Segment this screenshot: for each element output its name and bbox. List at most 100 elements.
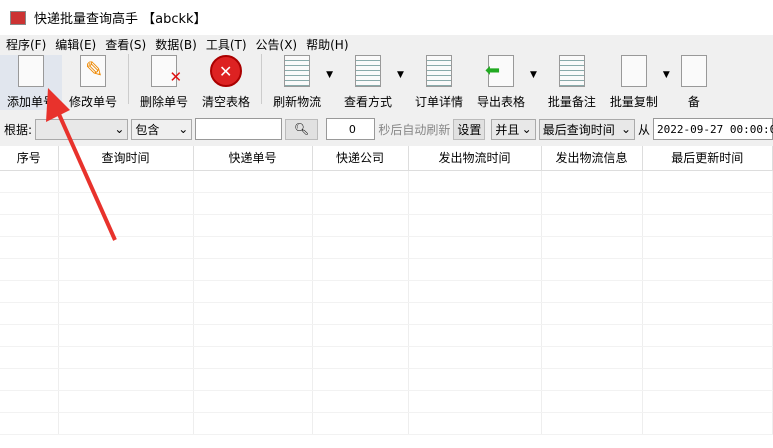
table-cell [58,258,194,281]
table-cell [0,412,59,435]
label: 添加单号 [7,95,56,109]
clear-table-button[interactable]: 清空表格 [195,55,257,110]
column-header-courier[interactable]: 快递公司 [312,146,409,171]
toolbar: 添加单号 修改单号 删除单号 清空表格 刷新物流 ▼ 查看方式 ▼ 订单详情 导… [0,53,773,118]
table-row [0,170,773,193]
table-cell [408,280,542,303]
table-cell [0,302,59,325]
add-number-button[interactable]: 添加单号 [0,55,63,110]
keyword-input[interactable] [195,118,282,140]
menu-program[interactable]: 程序(F) [6,36,46,53]
table-cell [312,258,409,281]
table-cell [642,412,773,435]
table-cell [642,258,773,281]
chevron-down-icon: ⌄ [114,122,125,136]
chevron-down-icon: ⌄ [521,122,532,136]
table-cell [193,368,313,391]
table-cell [0,170,59,193]
table-cell [58,412,194,435]
table-cell [541,170,643,193]
table-cell [642,346,773,369]
export-table-button[interactable]: 导出表格 [470,55,532,110]
menu-view[interactable]: 查看(S) [105,36,146,53]
results-table: 序号 查询时间 快递单号 快递公司 发出物流时间 发出物流信息 最后更新时间 [0,146,773,435]
menu-edit[interactable]: 编辑(E) [55,36,96,53]
table-cell [408,192,542,215]
delete-number-button[interactable]: 删除单号 [133,55,195,110]
table-cell [541,258,643,281]
table-row [0,346,773,369]
table-cell [642,324,773,347]
column-header-tracking-number[interactable]: 快递单号 [193,146,313,171]
table-cell [541,412,643,435]
table-cell [541,324,643,347]
menu-tools[interactable]: 工具(T) [206,36,247,53]
table-cell [541,346,643,369]
table-cell [193,302,313,325]
more-button[interactable]: 备 [674,55,714,110]
table-cell [312,302,409,325]
table-cell [312,192,409,215]
table-cell [408,412,542,435]
label: 清空表格 [202,95,251,109]
batch-note-button[interactable]: 批量备注 [541,55,603,110]
table-cell [193,412,313,435]
pencil-icon [80,55,107,87]
table-cell [58,192,194,215]
table-cell [312,236,409,259]
refresh-logistics-button[interactable]: 刷新物流 [266,55,328,110]
value: 并且 [495,122,520,137]
table-cell [312,412,409,435]
view-mode-button[interactable]: 查看方式 [337,55,399,110]
table-cell [193,214,313,237]
column-header-ship-time[interactable]: 发出物流时间 [408,146,542,171]
menu-notice[interactable]: 公告(X) [256,36,298,53]
date-from-input[interactable]: 2022-09-27 00:00:00 [653,118,773,140]
value: 包含 [135,122,160,137]
backup-icon [680,55,707,87]
column-header-query-time[interactable]: 查询时间 [58,146,194,171]
batch-copy-button[interactable]: 批量复制 [603,55,665,110]
menu-data[interactable]: 数据(B) [155,36,197,53]
search-button[interactable]: 🔍︎ [284,118,319,140]
search-icon: 🔍︎ [293,122,310,136]
time-field-select[interactable]: 最后查询时间 ⌄ [538,118,635,140]
table-cell [0,236,59,259]
seconds-input[interactable]: 0 [326,118,376,140]
table-cell [0,324,59,347]
order-detail-button[interactable]: 订单详情 [408,55,470,110]
table-cell [0,192,59,215]
table-cell [58,280,194,303]
set-button[interactable]: 设置 [453,118,486,140]
table-cell [0,346,59,369]
table-cell [58,390,194,413]
table-cell [312,324,409,347]
field-select[interactable]: ⌄ [35,118,129,140]
column-header-last-update[interactable]: 最后更新时间 [642,146,773,171]
table-row [0,280,773,303]
table-cell [193,280,313,303]
column-header-ship-info[interactable]: 发出物流信息 [541,146,643,171]
table-cell [193,346,313,369]
divider [128,54,130,104]
export-icon [485,55,514,87]
document-icon [18,55,44,87]
table-row [0,302,773,325]
table-row [0,214,773,237]
scroll-icon [558,55,585,87]
menu-bar: 程序(F) 编辑(E) 查看(S) 数据(B) 工具(T) 公告(X) 帮助(H… [0,35,773,53]
match-select[interactable]: 包含 ⌄ [131,118,193,140]
table-cell [58,324,194,347]
list-doc-icon [284,55,311,87]
label: 导出表格 [476,95,525,109]
logic-select[interactable]: 并且 ⌄ [491,118,536,140]
edit-number-button[interactable]: 修改单号 [62,55,124,110]
menu-help[interactable]: 帮助(H) [306,36,348,53]
label: 修改单号 [69,95,118,109]
table-cell [0,368,59,391]
divider [261,54,263,104]
clear-icon [210,55,243,87]
table-cell [642,390,773,413]
table-row [0,236,773,259]
column-header-index[interactable]: 序号 [0,146,59,171]
